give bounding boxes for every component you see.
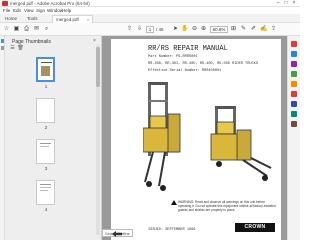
page-number-input[interactable]: 1	[146, 26, 154, 33]
share-icon[interactable]: ⇪	[270, 26, 277, 33]
thumbnail-page-number: 3	[44, 166, 48, 171]
thumbnail-options-icon[interactable]: ☰	[9, 45, 16, 51]
tab-close-icon[interactable]: ×	[87, 17, 89, 22]
thumbnail-page-number: 1	[44, 84, 48, 89]
tab-home[interactable]: Home	[2, 15, 20, 23]
print-icon[interactable]: ⎙	[23, 26, 30, 33]
page-thumbnail-2[interactable]	[36, 98, 55, 123]
tab-tools[interactable]: Tools	[24, 15, 41, 23]
crown-logo: CROWN	[235, 223, 275, 232]
page-thumbnail-3[interactable]	[36, 139, 55, 164]
tab-document[interactable]: merged.pdf ×	[52, 15, 94, 23]
rider-truck-illustration	[143, 82, 272, 191]
minimize-button[interactable]: –	[274, 0, 282, 7]
acrobat-app-icon	[2, 1, 8, 6]
close-window-button[interactable]: ×	[290, 0, 298, 7]
menu-sign[interactable]: Sign	[36, 8, 45, 13]
model-list: RR-40D, RR-30I, RR-40D, RS-40D, RS-50D R…	[148, 62, 258, 66]
zoom-in-icon[interactable]: ⊕	[200, 26, 207, 33]
protect-icon[interactable]	[291, 111, 297, 117]
comment-icon[interactable]: ✎	[240, 26, 247, 33]
issue-date: ISSUED: SEPTEMBER 1996	[148, 228, 196, 232]
hand-tool-icon[interactable]: ✋	[181, 26, 188, 33]
thumbnail-page-number: 2	[44, 125, 48, 130]
scrollbar-thumb[interactable]	[96, 47, 100, 87]
save-icon[interactable]: ▣	[13, 26, 20, 33]
page-up-icon[interactable]: ⇧	[126, 26, 133, 33]
create-pdf-icon[interactable]	[291, 41, 297, 47]
more-tools-icon[interactable]	[291, 121, 297, 127]
tab-bar: Home Tools merged.pdf ×	[0, 14, 300, 23]
organize-pages-icon[interactable]	[291, 81, 297, 87]
warning-text: WARNING: Read and observe all warnings o…	[178, 200, 276, 212]
combine-files-icon[interactable]	[291, 51, 297, 57]
toolbar: ☆ ▣ ⎙ ✉ ⌕ ⇧ ⇩ 1 / 46 ➤ ✋ ⊖ ⊕ 60.8% ⊞ ✎ ✐…	[0, 23, 300, 36]
tab-document-label: merged.pdf	[56, 17, 79, 22]
page-thumbnail-1[interactable]	[36, 57, 55, 82]
bookmarks-tab-icon[interactable]	[1, 46, 4, 50]
menu-window[interactable]: Window	[47, 8, 63, 13]
select-cursor-icon[interactable]: ➤	[172, 26, 179, 33]
title-bar: merged.pdf - Adobe Acrobat Pro (64-bit) …	[0, 0, 300, 7]
menu-bar: File Edit View Sign Window Help	[0, 7, 300, 14]
thumbnail-scrollbar[interactable]	[96, 45, 100, 235]
thumbnail-page-number: 4	[44, 207, 48, 212]
highlight-icon[interactable]: ✐	[250, 26, 257, 33]
page-total: / 46	[156, 27, 164, 32]
menu-file[interactable]: File	[3, 8, 10, 13]
serial-number: Effective Serial Number: RR0400001	[148, 69, 222, 73]
delete-page-icon[interactable]: 🗑	[17, 45, 24, 51]
menu-help[interactable]: Help	[62, 8, 71, 13]
thumbnails-tab-icon[interactable]	[1, 39, 4, 43]
fill-sign-icon[interactable]	[291, 101, 297, 107]
panel-close-icon[interactable]: ×	[93, 38, 96, 44]
star-icon[interactable]: ☆	[3, 26, 10, 33]
sign-icon[interactable]: ✍	[260, 26, 267, 33]
email-icon[interactable]: ✉	[33, 26, 40, 33]
comment-tool-icon[interactable]	[291, 91, 297, 97]
manual-title: RR/RS REPAIR MANUAL	[148, 45, 228, 53]
part-number: Part Number: PS-RRRS001	[148, 55, 198, 59]
maximize-button[interactable]: □	[282, 0, 290, 7]
right-tools-pane	[287, 36, 300, 240]
zoom-level-select[interactable]: 60.8%	[210, 26, 228, 33]
page-down-icon[interactable]: ⇩	[136, 26, 143, 33]
menu-edit[interactable]: Edit	[13, 8, 21, 13]
menu-view[interactable]: View	[24, 8, 34, 13]
page-thumbnail-4[interactable]	[36, 180, 55, 205]
export-pdf-icon[interactable]	[291, 71, 297, 77]
window-title: merged.pdf - Adobe Acrobat Pro (64-bit)	[10, 1, 90, 6]
search-icon[interactable]: ⌕	[43, 26, 50, 33]
zoom-out-icon[interactable]: ⊖	[191, 26, 198, 33]
edit-pdf-icon[interactable]	[291, 61, 297, 67]
fit-page-icon[interactable]: ⊞	[230, 26, 237, 33]
warning-icon	[171, 200, 177, 205]
